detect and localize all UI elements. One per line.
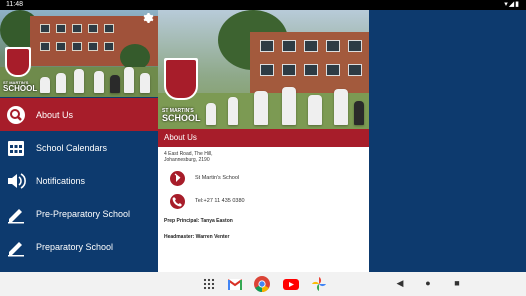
phone-icon (170, 194, 185, 209)
sidebar-item-label: Preparatory School (36, 241, 114, 252)
sidebar-item-label: Pre-Preparatory School (36, 208, 131, 219)
gear-icon[interactable] (142, 12, 154, 24)
system-navigation-bar: ◀ ● ■ (0, 272, 526, 296)
status-icons: ▾◢▮ (504, 1, 520, 8)
recents-button[interactable]: ■ (450, 276, 464, 290)
right-panel (369, 10, 526, 272)
status-bar: 11:48 ▾◢▮ (0, 0, 526, 10)
sidebar-item-notifications[interactable]: Notifications (0, 164, 158, 197)
school-crest-logo (5, 47, 31, 77)
school-wordmark: ST MARTIN'S SCHOOL (3, 80, 38, 93)
sidebar-item-label: Notifications (36, 175, 86, 186)
section-title: About Us (158, 129, 369, 147)
sidebar-item-school-calendars[interactable]: School Calendars (0, 131, 158, 164)
gmail-icon[interactable] (226, 275, 244, 293)
speaker-icon (6, 171, 26, 191)
website-link[interactable]: St Martin's School (195, 175, 239, 181)
apps-grid-icon[interactable] (200, 275, 218, 293)
phone-number[interactable]: Tel:+27 11 435 0380 (195, 198, 245, 204)
prep-principal: Prep Principal: Tanya Easton (164, 218, 233, 224)
school-crest-logo (164, 58, 198, 100)
search-icon (6, 105, 26, 125)
website-link-row[interactable]: St Martin's School (168, 171, 363, 187)
sidebar-item-about-us[interactable]: About Us (0, 98, 158, 131)
school-wordmark: ST MARTIN'S SCHOOL (162, 108, 201, 123)
pencil-icon (6, 237, 26, 257)
sidebar-item-label: About Us (36, 109, 74, 120)
home-button[interactable]: ● (421, 276, 435, 290)
school-header-image: ST MARTIN'S SCHOOL (158, 10, 369, 129)
photos-icon[interactable] (310, 275, 328, 293)
status-time: 11:48 (6, 1, 23, 8)
about-us-page: ST MARTIN'S SCHOOL About Us 4 East Road,… (158, 10, 369, 272)
link-icon (170, 171, 185, 186)
sidebar-item-pre-preparatory-school[interactable]: Pre-Preparatory School (0, 197, 158, 230)
drawer-header-image: ST MARTIN'S SCHOOL (0, 10, 158, 97)
pencil-icon (6, 204, 26, 224)
headmaster: Headmaster: Warren Venter (164, 234, 230, 240)
phone-row[interactable]: Tel:+27 11 435 0380 (168, 194, 363, 210)
sidebar-item-preparatory-school[interactable]: Preparatory School (0, 230, 158, 263)
calendar-icon (6, 138, 26, 158)
navigation-drawer: ST MARTIN'S SCHOOL About Us School Calen… (0, 10, 158, 272)
sidebar-item-label: School Calendars (36, 142, 108, 153)
school-address: 4 East Road, The Hill, Johannesburg, 219… (164, 151, 213, 163)
chrome-icon[interactable] (253, 275, 271, 293)
youtube-icon[interactable] (282, 275, 300, 293)
back-button[interactable]: ◀ (393, 276, 407, 290)
